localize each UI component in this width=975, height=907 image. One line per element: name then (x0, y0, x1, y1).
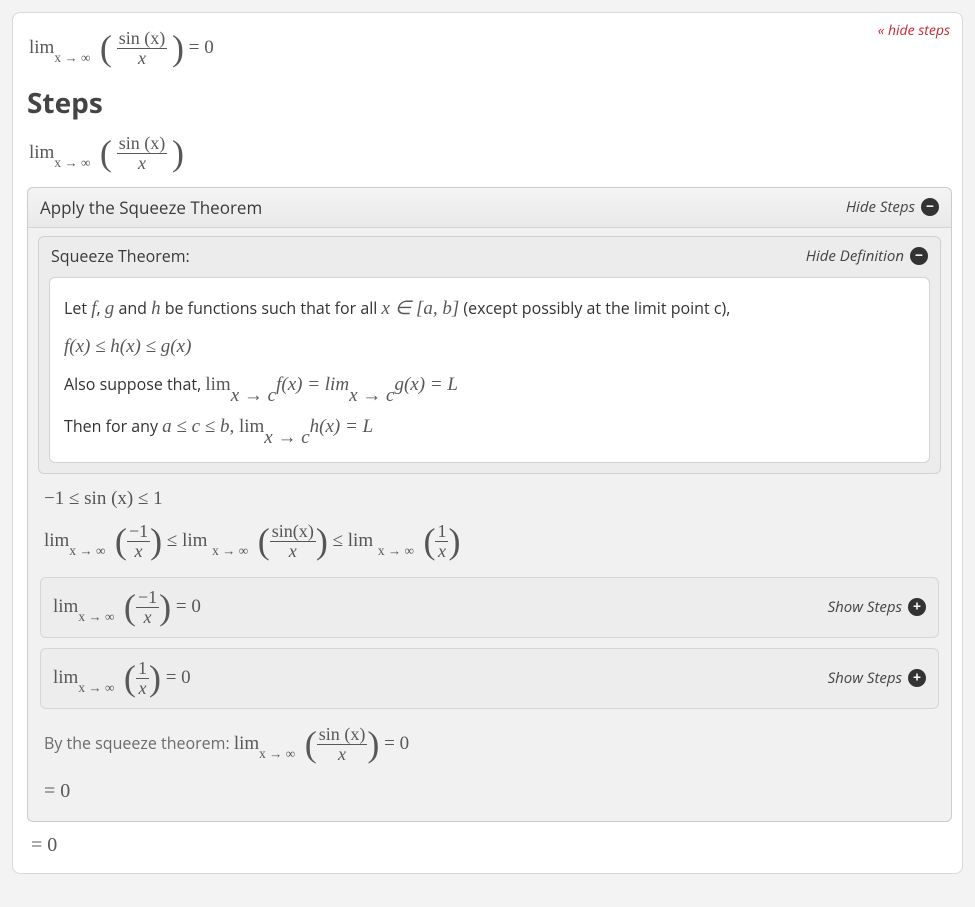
substep-control[interactable]: Show Steps + (828, 597, 926, 617)
plus-icon[interactable]: + (908, 669, 926, 687)
plus-icon[interactable]: + (908, 598, 926, 616)
rparen: ) (172, 34, 184, 63)
definition-body: Let f, g and h be functions such that fo… (49, 277, 930, 463)
inner-result: = 0 (38, 770, 941, 809)
lparen: ( (100, 139, 112, 168)
equals-rhs: = 0 (189, 37, 214, 58)
def-line-2: f(x) ≤ h(x) ≤ g(x) (64, 328, 915, 366)
def-line-4: Then for any a ≤ c ≤ b, limx → ch(x) = L (64, 408, 915, 450)
def-line-3: Also suppose that, limx → cf(x) = limx →… (64, 366, 915, 408)
substep-control[interactable]: Show Steps + (828, 668, 926, 688)
show-steps-label: Show Steps (828, 668, 902, 688)
squeeze-chain: limx → ∞ (−1x) ≤ lim x → ∞ (sin(x)x) ≤ l… (38, 516, 941, 567)
lparen: ( (100, 34, 112, 63)
lim-sub: x → ∞ (54, 155, 90, 170)
substep-eq: limx → ∞ (1x) = 0 (53, 659, 191, 698)
squeeze-panel: Apply the Squeeze Theorem Hide Steps − S… (27, 187, 952, 822)
panel-control[interactable]: Hide Steps − (846, 197, 939, 217)
restate-equation: limx → ∞ ( sin (x) x ) (27, 132, 952, 175)
lim-text: lim (29, 37, 54, 58)
panel-title: Apply the Squeeze Theorem (40, 196, 262, 219)
denominator: x (117, 49, 168, 68)
definition-control[interactable]: Hide Definition − (806, 246, 928, 266)
numerator: sin (x) (117, 134, 168, 154)
solution-card: « hide steps limx → ∞ ( sin (x) x ) = 0 … (12, 12, 963, 874)
fraction: sin (x) x (117, 29, 168, 68)
hide-def-label: Hide Definition (806, 246, 904, 266)
outer-result: = 0 (27, 822, 952, 863)
substep-eq: limx → ∞ (−1x) = 0 (53, 588, 201, 627)
fraction: sin (x) x (117, 134, 168, 173)
hide-steps-link[interactable]: « hide steps (878, 21, 950, 40)
substep-pos1: limx → ∞ (1x) = 0 Show Steps + (40, 648, 939, 709)
definition-panel: Squeeze Theorem: Hide Definition − Let f… (38, 236, 941, 474)
squeeze-panel-body: Squeeze Theorem: Hide Definition − Let f… (28, 228, 951, 821)
definition-title: Squeeze Theorem: (51, 245, 190, 267)
denominator: x (117, 154, 168, 173)
numerator: sin (x) (117, 29, 168, 49)
rparen: ) (172, 139, 184, 168)
steps-heading: Steps (27, 84, 952, 122)
lim-text: lim (29, 142, 54, 163)
bounds-line: −1 ≤ sin (x) ≤ 1 (38, 482, 941, 516)
minus-icon[interactable]: − (910, 247, 928, 265)
minus-icon[interactable]: − (921, 198, 939, 216)
definition-header[interactable]: Squeeze Theorem: Hide Definition − (39, 237, 940, 275)
def-line-1: Let f, g and h be functions such that fo… (64, 290, 915, 328)
result-equation: limx → ∞ ( sin (x) x ) = 0 (27, 23, 952, 70)
hide-steps-label: Hide Steps (846, 197, 915, 217)
show-steps-label: Show Steps (828, 597, 902, 617)
conclusion-line: By the squeeze theorem: limx → ∞ (sin (x… (38, 719, 941, 770)
lim-sub: x → ∞ (54, 50, 90, 65)
squeeze-panel-header[interactable]: Apply the Squeeze Theorem Hide Steps − (28, 188, 951, 228)
substep-neg1: limx → ∞ (−1x) = 0 Show Steps + (40, 577, 939, 638)
